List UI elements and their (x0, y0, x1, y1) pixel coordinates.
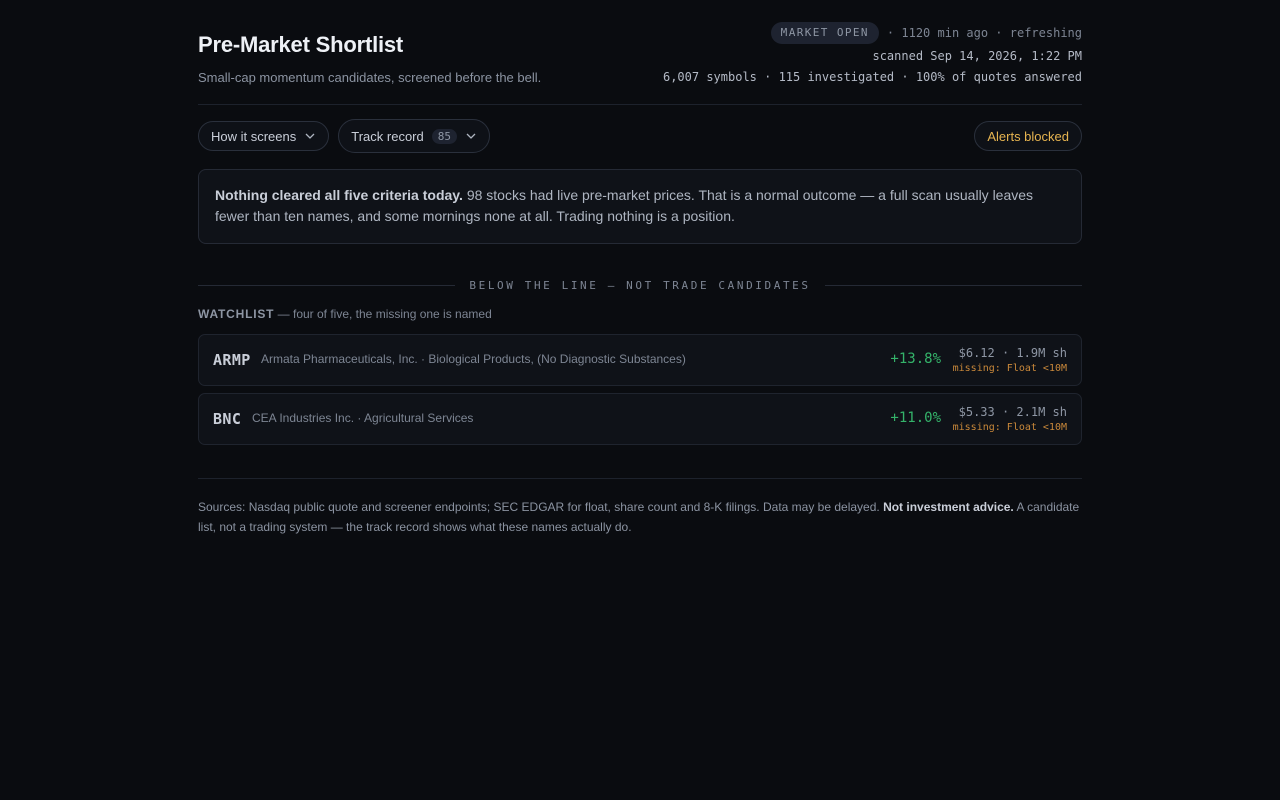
alerts-blocked-button[interactable]: Alerts blocked (974, 121, 1082, 151)
footer-not-advice: Not investment advice. (883, 500, 1014, 514)
footer-sources: Sources: Nasdaq public quote and screene… (198, 500, 884, 514)
header: Pre-Market Shortlist Small-cap momentum … (198, 22, 1082, 104)
watchlist-subtitle: — four of five, the missing one is named (274, 307, 492, 321)
below-the-line-separator: BELOW THE LINE — NOT TRADE CANDIDATES (198, 278, 1083, 292)
toolbar: How it screens Track record 85 Alerts bl… (198, 118, 1082, 154)
chevron-down-icon (305, 133, 315, 139)
how-it-screens-button[interactable]: How it screens (198, 121, 330, 151)
watchlist-row[interactable]: BNC CEA Industries Inc. · Agricultural S… (198, 393, 1082, 445)
company-description: CEA Industries Inc. · Agricultural Servi… (252, 411, 474, 425)
separator-line-left (198, 284, 456, 286)
page-subtitle: Small-cap momentum candidates, screened … (198, 70, 542, 85)
separator-line-right (824, 284, 1083, 286)
chevron-down-icon (466, 133, 476, 139)
price-change: +11.0% (890, 410, 941, 426)
price-volume: $6.12 · 1.9M sh (958, 346, 1067, 360)
header-divider (198, 104, 1082, 105)
scan-stats: 6,007 symbols · 115 investigated · 100% … (662, 70, 1082, 84)
scan-meta: MARKET OPEN · 1120 min ago · refreshing … (663, 22, 1082, 84)
scanned-timestamp: scanned Sep 14, 2026, 1:22 PM (872, 49, 1082, 63)
market-status-row: MARKET OPEN · 1120 min ago · refreshing (663, 22, 1082, 44)
missing-criterion: missing: Float <10M (952, 422, 1067, 433)
footer-disclaimer: Sources: Nasdaq public quote and screene… (198, 497, 1082, 537)
notice-headline: Nothing cleared all five criteria today. (215, 187, 463, 203)
track-record-label: Track record (351, 128, 424, 144)
ticker-symbol: ARMP (213, 351, 251, 369)
page: Pre-Market Shortlist Small-cap momentum … (198, 0, 1083, 537)
market-open-badge: MARKET OPEN (770, 22, 879, 44)
watchlist-heading: WATCHLIST — four of five, the missing on… (198, 307, 1082, 321)
how-it-screens-label: How it screens (211, 128, 297, 144)
price-change: +13.8% (890, 351, 941, 367)
watchlist-title: WATCHLIST (198, 307, 275, 321)
track-record-count: 85 (431, 128, 457, 144)
watchlist-row[interactable]: ARMP Armata Pharmaceuticals, Inc. · Biol… (198, 334, 1082, 386)
page-title: Pre-Market Shortlist (198, 32, 404, 57)
company-description: Armata Pharmaceuticals, Inc. · Biologica… (261, 352, 686, 366)
footer-divider (198, 478, 1082, 479)
missing-criterion: missing: Float <10M (952, 363, 1067, 374)
refresh-status: · 1120 min ago · refreshing (886, 26, 1082, 40)
price-volume: $5.33 · 2.1M sh (958, 405, 1067, 419)
ticker-symbol: BNC (213, 410, 242, 428)
watchlist-rows: ARMP Armata Pharmaceuticals, Inc. · Biol… (198, 334, 1082, 445)
below-the-line-label: BELOW THE LINE — NOT TRADE CANDIDATES (469, 278, 811, 292)
track-record-button[interactable]: Track record 85 (338, 119, 490, 153)
no-candidates-notice: Nothing cleared all five criteria today.… (198, 169, 1082, 244)
